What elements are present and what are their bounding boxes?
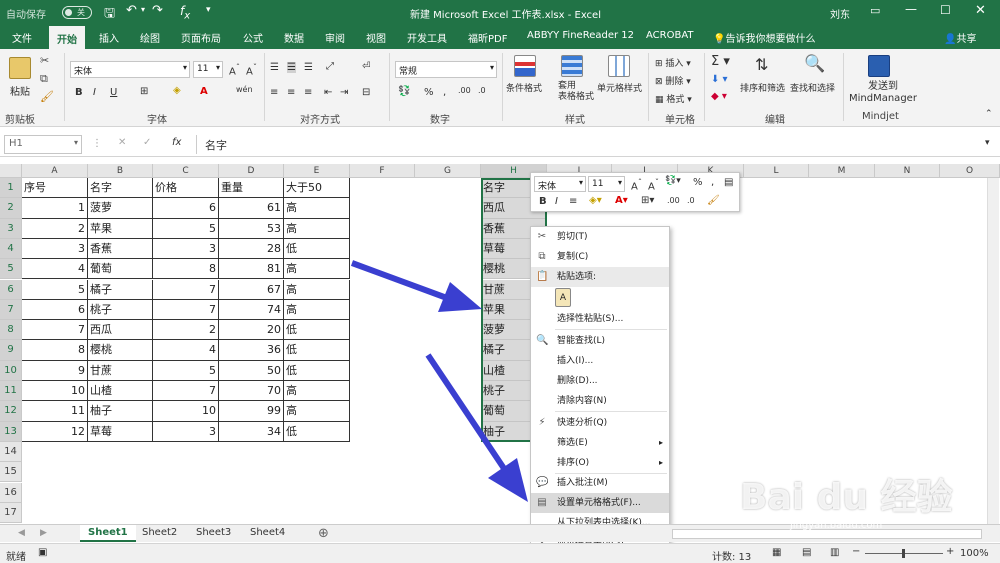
scroll-left-icon[interactable]: ◀ (18, 528, 25, 538)
status-bar: 就绪 ▣ 计数: 13 ▦ ▤ ▥ − + 100% (0, 543, 1000, 563)
normal-view-icon[interactable]: ▦ (772, 547, 781, 558)
sheet-tab-2[interactable]: Sheet2 (134, 525, 185, 542)
status-ready: 就绪 (6, 552, 26, 563)
baidu-watermark-logo: Bai du 经验 (740, 477, 953, 518)
arrow-to-format-cells (425, 353, 528, 502)
macro-record-icon[interactable]: ▣ (38, 547, 47, 558)
scroll-right-icon[interactable]: ▶ (40, 528, 47, 538)
zoom-level[interactable]: 100% (960, 548, 989, 559)
sheet-tab-3[interactable]: Sheet3 (188, 525, 239, 542)
sheet-tab-1[interactable]: Sheet1 (80, 525, 136, 542)
zoom-slider-thumb[interactable] (902, 549, 905, 558)
page-break-view-icon[interactable]: ▥ (830, 547, 839, 558)
status-count: 计数: 13 (712, 552, 752, 563)
page-layout-view-icon[interactable]: ▤ (802, 547, 811, 558)
zoom-out-icon[interactable]: − (852, 546, 860, 557)
baidu-watermark-url: jingyan.baidu.com (790, 520, 883, 531)
arrow-to-column-h (350, 260, 482, 312)
zoom-in-icon[interactable]: + (946, 546, 954, 557)
add-sheet-icon[interactable]: ⊕ (318, 526, 329, 541)
sheet-tab-4[interactable]: Sheet4 (242, 525, 293, 542)
